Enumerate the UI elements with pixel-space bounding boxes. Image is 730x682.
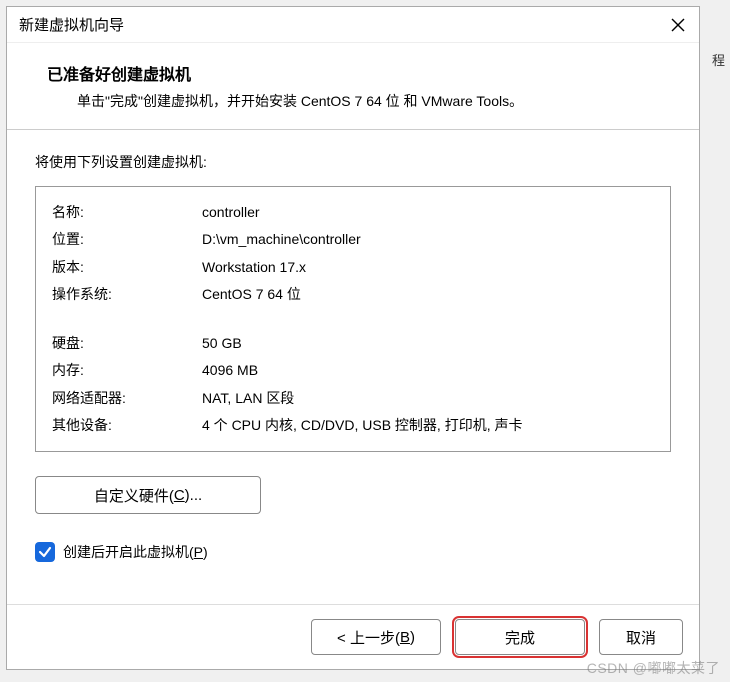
- header-subtitle: 单击"完成"创建虚拟机，并开始安装 CentOS 7 64 位 和 VMware…: [47, 91, 659, 111]
- setting-val: 4 个 CPU 内核, CD/DVD, USB 控制器, 打印机, 声卡: [202, 412, 654, 439]
- window-title: 新建虚拟机向导: [19, 14, 124, 35]
- background-text-fragment: 程: [712, 50, 730, 69]
- setting-val: CentOS 7 64 位: [202, 281, 654, 308]
- power-on-checkbox-label: 创建后开启此虚拟机(P): [63, 542, 208, 562]
- label-hotkey: P: [194, 544, 203, 560]
- setting-key: 内存:: [52, 357, 202, 384]
- setting-key: 版本:: [52, 254, 202, 281]
- setting-row-name: 名称: controller: [52, 199, 654, 226]
- setting-row-memory: 内存: 4096 MB: [52, 357, 654, 384]
- button-hotkey: B: [400, 629, 410, 646]
- setting-key: 名称:: [52, 199, 202, 226]
- button-hotkey: C: [174, 487, 185, 504]
- power-on-checkbox-row: 创建后开启此虚拟机(P): [35, 542, 671, 562]
- setting-key: 网络适配器:: [52, 385, 202, 412]
- setting-row-other-devices: 其他设备: 4 个 CPU 内核, CD/DVD, USB 控制器, 打印机, …: [52, 412, 654, 439]
- setting-val: 50 GB: [202, 330, 654, 357]
- setting-row-location: 位置: D:\vm_machine\controller: [52, 226, 654, 253]
- setting-row-disk: 硬盘: 50 GB: [52, 330, 654, 357]
- wizard-dialog: 新建虚拟机向导 已准备好创建虚拟机 单击"完成"创建虚拟机，并开始安装 Cent…: [6, 6, 700, 670]
- close-icon: [671, 18, 685, 32]
- setting-val: 4096 MB: [202, 357, 654, 384]
- label-suffix: ): [203, 544, 208, 560]
- footer-buttons: < 上一步(B) 完成 取消: [7, 604, 699, 669]
- header-title: 已准备好创建虚拟机: [47, 61, 659, 85]
- settings-summary-box: 名称: controller 位置: D:\vm_machine\control…: [35, 186, 671, 452]
- finish-button[interactable]: 完成: [455, 619, 585, 655]
- content-area: 将使用下列设置创建虚拟机: 名称: controller 位置: D:\vm_m…: [7, 130, 699, 604]
- setting-row-version: 版本: Workstation 17.x: [52, 254, 654, 281]
- button-label-prefix: 自定义硬件(: [94, 485, 174, 506]
- titlebar: 新建虚拟机向导: [7, 7, 699, 43]
- customize-hardware-button[interactable]: 自定义硬件(C)...: [35, 476, 261, 514]
- button-label-suffix: )...: [185, 487, 203, 504]
- setting-row-network: 网络适配器: NAT, LAN 区段: [52, 385, 654, 412]
- button-label: 完成: [505, 627, 535, 648]
- label-prefix: 创建后开启此虚拟机(: [63, 544, 194, 560]
- check-icon: [38, 545, 52, 559]
- settings-heading: 将使用下列设置创建虚拟机:: [35, 152, 671, 172]
- setting-key: 位置:: [52, 226, 202, 253]
- back-button[interactable]: < 上一步(B): [311, 619, 441, 655]
- setting-val: controller: [202, 199, 654, 226]
- setting-key: 操作系统:: [52, 281, 202, 308]
- button-label-suffix: ): [410, 629, 415, 646]
- setting-val: Workstation 17.x: [202, 254, 654, 281]
- close-button[interactable]: [667, 14, 689, 36]
- setting-val: D:\vm_machine\controller: [202, 226, 654, 253]
- button-label-prefix: < 上一步(: [337, 627, 400, 648]
- header-section: 已准备好创建虚拟机 单击"完成"创建虚拟机，并开始安装 CentOS 7 64 …: [7, 43, 699, 130]
- power-on-checkbox[interactable]: [35, 542, 55, 562]
- spacer: [52, 308, 654, 330]
- setting-key: 硬盘:: [52, 330, 202, 357]
- setting-val: NAT, LAN 区段: [202, 385, 654, 412]
- button-label: 取消: [626, 627, 656, 648]
- setting-key: 其他设备:: [52, 412, 202, 439]
- cancel-button[interactable]: 取消: [599, 619, 683, 655]
- setting-row-os: 操作系统: CentOS 7 64 位: [52, 281, 654, 308]
